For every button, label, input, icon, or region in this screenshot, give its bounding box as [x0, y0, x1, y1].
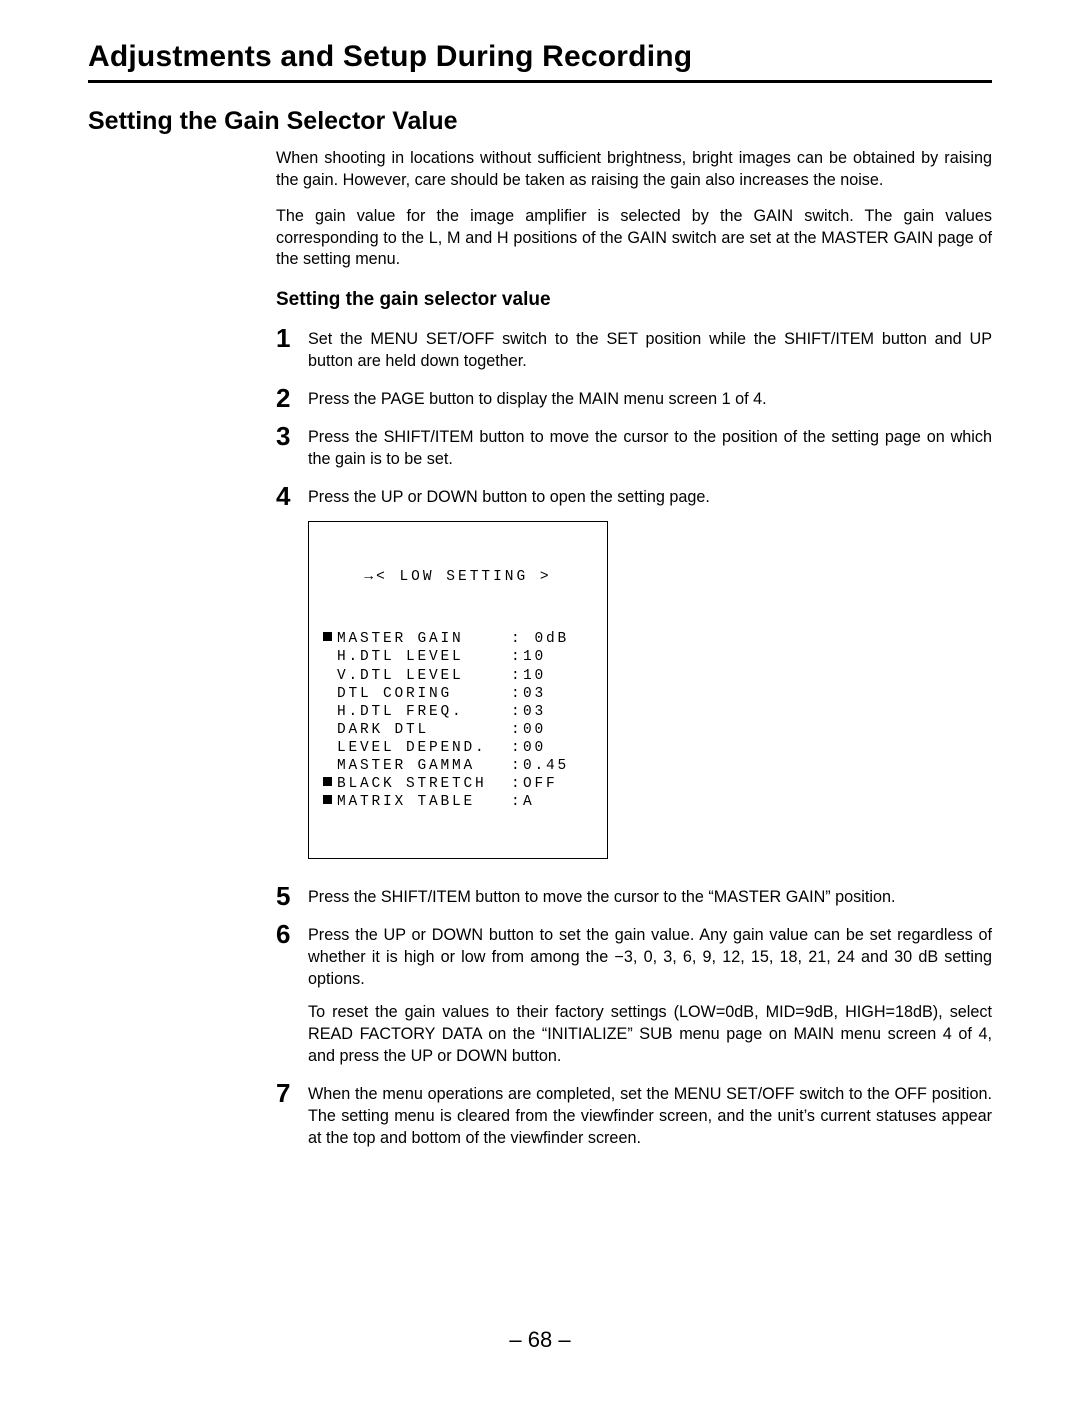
step-text: Press the SHIFT/ITEM button to move the …	[308, 883, 992, 909]
menu-row: MASTER GAMMA:0.45	[323, 757, 593, 775]
menu-row-label: H.DTL LEVEL	[337, 648, 511, 666]
step-number: 3	[276, 423, 308, 449]
step-5: 5 Press the SHIFT/ITEM button to move th…	[276, 883, 992, 909]
step-6: 6 Press the UP or DOWN button to set the…	[276, 921, 992, 1068]
menu-row-marker	[323, 775, 337, 793]
menu-row-label: MATRIX TABLE	[337, 793, 511, 811]
menu-row-colon: :	[511, 685, 523, 703]
step-text: Press the PAGE button to display the MAI…	[308, 385, 992, 411]
menu-row-value: 03	[523, 685, 593, 703]
step-number: 2	[276, 385, 308, 411]
step-text: Press the SHIFT/ITEM button to move the …	[308, 423, 992, 471]
menu-row: LEVEL DEPEND.:00	[323, 739, 593, 757]
menu-row: H.DTL LEVEL:10	[323, 648, 593, 666]
menu-row: MATRIX TABLE:A	[323, 793, 593, 811]
menu-rows: MASTER GAIN: 0dBH.DTL LEVEL:10V.DTL LEVE…	[323, 630, 593, 811]
menu-row-colon: :	[511, 793, 523, 811]
square-icon	[323, 632, 332, 641]
page-number: – 68 –	[0, 1327, 1080, 1353]
intro-para-1: When shooting in locations without suffi…	[276, 148, 992, 192]
menu-row-value: 0.45	[523, 757, 593, 775]
step-number: 4	[276, 483, 308, 509]
menu-row-value: 00	[523, 739, 593, 757]
menu-row-marker	[323, 793, 337, 811]
menu-row-value: 03	[523, 703, 593, 721]
step-1: 1 Set the MENU SET/OFF switch to the SET…	[276, 325, 992, 373]
main-title: Adjustments and Setup During Recording	[88, 40, 992, 74]
square-icon	[323, 795, 332, 804]
step-number: 1	[276, 325, 308, 351]
menu-row-label: MASTER GAMMA	[337, 757, 511, 775]
step-4: 4 Press the UP or DOWN button to open th…	[276, 483, 992, 509]
menu-row-label: DARK DTL	[337, 721, 511, 739]
section-title: Setting the Gain Selector Value	[88, 107, 992, 136]
page: Adjustments and Setup During Recording S…	[0, 0, 1080, 1401]
menu-row-marker	[323, 739, 337, 757]
menu-row-marker	[323, 630, 337, 648]
step-text-main: Press the UP or DOWN button to set the g…	[308, 926, 992, 988]
menu-row-colon: :	[511, 648, 523, 666]
menu-row-colon: :	[511, 757, 523, 775]
step-3: 3 Press the SHIFT/ITEM button to move th…	[276, 423, 992, 471]
menu-row-marker	[323, 703, 337, 721]
menu-row-label: V.DTL LEVEL	[337, 667, 511, 685]
step-7: 7 When the menu operations are completed…	[276, 1080, 992, 1150]
menu-row: MASTER GAIN: 0dB	[323, 630, 593, 648]
menu-row-colon: :	[511, 721, 523, 739]
menu-row-colon: :	[511, 630, 523, 648]
step-number: 5	[276, 883, 308, 909]
menu-header: →< LOW SETTING >	[323, 568, 593, 586]
menu-box: →< LOW SETTING > MASTER GAIN: 0dBH.DTL L…	[308, 521, 608, 859]
menu-row: V.DTL LEVEL:10	[323, 667, 593, 685]
menu-row-value: 10	[523, 667, 593, 685]
step-text: Press the UP or DOWN button to set the g…	[308, 921, 992, 1068]
menu-row-marker	[323, 721, 337, 739]
menu-row: DTL CORING:03	[323, 685, 593, 703]
square-icon	[323, 777, 332, 786]
title-wrap: Adjustments and Setup During Recording	[88, 40, 992, 83]
procedure-title: Setting the gain selector value	[276, 289, 992, 311]
step-number: 7	[276, 1080, 308, 1106]
step-text: Set the MENU SET/OFF switch to the SET p…	[308, 325, 992, 373]
step-2: 2 Press the PAGE button to display the M…	[276, 385, 992, 411]
menu-row-value: 0dB	[523, 630, 593, 648]
steps-list: 1 Set the MENU SET/OFF switch to the SET…	[276, 325, 992, 1149]
step-text-extra: To reset the gain values to their factor…	[308, 1002, 992, 1068]
menu-row-label: DTL CORING	[337, 685, 511, 703]
intro-para-2: The gain value for the image amplifier i…	[276, 206, 992, 272]
menu-row-colon: :	[511, 703, 523, 721]
menu-row-marker	[323, 757, 337, 775]
menu-row-marker	[323, 667, 337, 685]
menu-row: H.DTL FREQ.:03	[323, 703, 593, 721]
menu-row-colon: :	[511, 667, 523, 685]
menu-row-label: H.DTL FREQ.	[337, 703, 511, 721]
menu-screenshot: →< LOW SETTING > MASTER GAIN: 0dBH.DTL L…	[308, 521, 992, 859]
menu-row-label: LEVEL DEPEND.	[337, 739, 511, 757]
menu-row: BLACK STRETCH:OFF	[323, 775, 593, 793]
menu-row-colon: :	[511, 775, 523, 793]
menu-row-value: 10	[523, 648, 593, 666]
menu-row-colon: :	[511, 739, 523, 757]
menu-row-label: MASTER GAIN	[337, 630, 511, 648]
menu-row-value: OFF	[523, 775, 593, 793]
menu-row-value: 00	[523, 721, 593, 739]
step-number: 6	[276, 921, 308, 947]
step-text: When the menu operations are completed, …	[308, 1080, 992, 1150]
menu-row-label: BLACK STRETCH	[337, 775, 511, 793]
menu-row: DARK DTL:00	[323, 721, 593, 739]
menu-row-marker	[323, 685, 337, 703]
step-text: Press the UP or DOWN button to open the …	[308, 483, 992, 509]
body-column: When shooting in locations without suffi…	[276, 148, 992, 1150]
menu-row-marker	[323, 648, 337, 666]
menu-row-value: A	[523, 793, 593, 811]
